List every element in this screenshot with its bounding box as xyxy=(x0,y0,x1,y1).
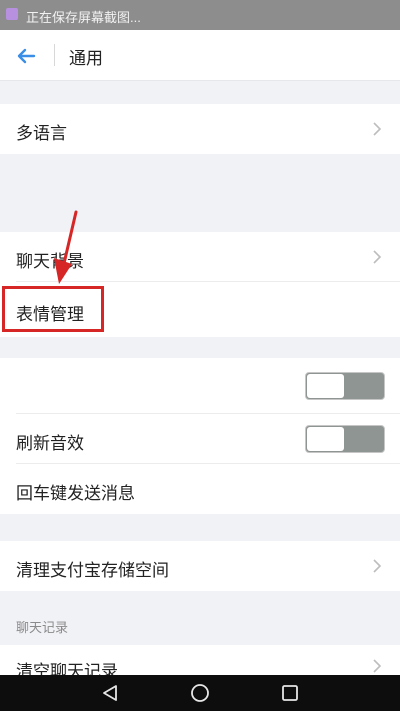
header-bar: 通用 xyxy=(0,30,400,81)
toggle-knob xyxy=(307,427,344,451)
row-unlabeled-toggle xyxy=(0,358,400,414)
page-title: 通用 xyxy=(69,49,103,68)
row-enter-send-label: 回车键发送消息 xyxy=(16,484,135,503)
nav-back-icon[interactable] xyxy=(100,683,120,703)
section-header-chat-records: 聊天记录 xyxy=(16,620,69,635)
row-enter-send[interactable]: 回车键发送消息 xyxy=(0,464,400,514)
chevron-right-icon xyxy=(373,250,382,264)
toggle-knob xyxy=(307,374,344,398)
red-arrow-annotation xyxy=(54,210,78,284)
row-refresh-sound-label: 刷新音效 xyxy=(16,434,84,453)
status-bar: 正在保存屏幕截图... xyxy=(0,0,400,30)
chevron-right-icon xyxy=(373,659,382,673)
highlight-box xyxy=(2,286,104,332)
screenshot-icon xyxy=(6,8,18,20)
chevron-right-icon xyxy=(373,122,382,136)
nav-home-icon[interactable] xyxy=(190,683,210,703)
row-clear-storage[interactable]: 清理支付宝存储空间 xyxy=(0,541,400,591)
header-divider xyxy=(54,44,55,66)
back-arrow-icon[interactable] xyxy=(12,42,40,70)
row-clear-storage-label: 清理支付宝存储空间 xyxy=(16,561,169,580)
status-text: 正在保存屏幕截图... xyxy=(26,10,141,25)
row-refresh-sound: 刷新音效 xyxy=(0,414,400,464)
row-language-label: 多语言 xyxy=(16,124,67,143)
system-navigation-bar xyxy=(0,675,400,711)
nav-recent-icon[interactable] xyxy=(280,683,300,703)
row-language[interactable]: 多语言 xyxy=(0,104,400,154)
refresh-sound-toggle-switch[interactable] xyxy=(305,425,385,453)
unlabeled-toggle-switch[interactable] xyxy=(305,372,385,400)
chevron-right-icon xyxy=(373,559,382,573)
